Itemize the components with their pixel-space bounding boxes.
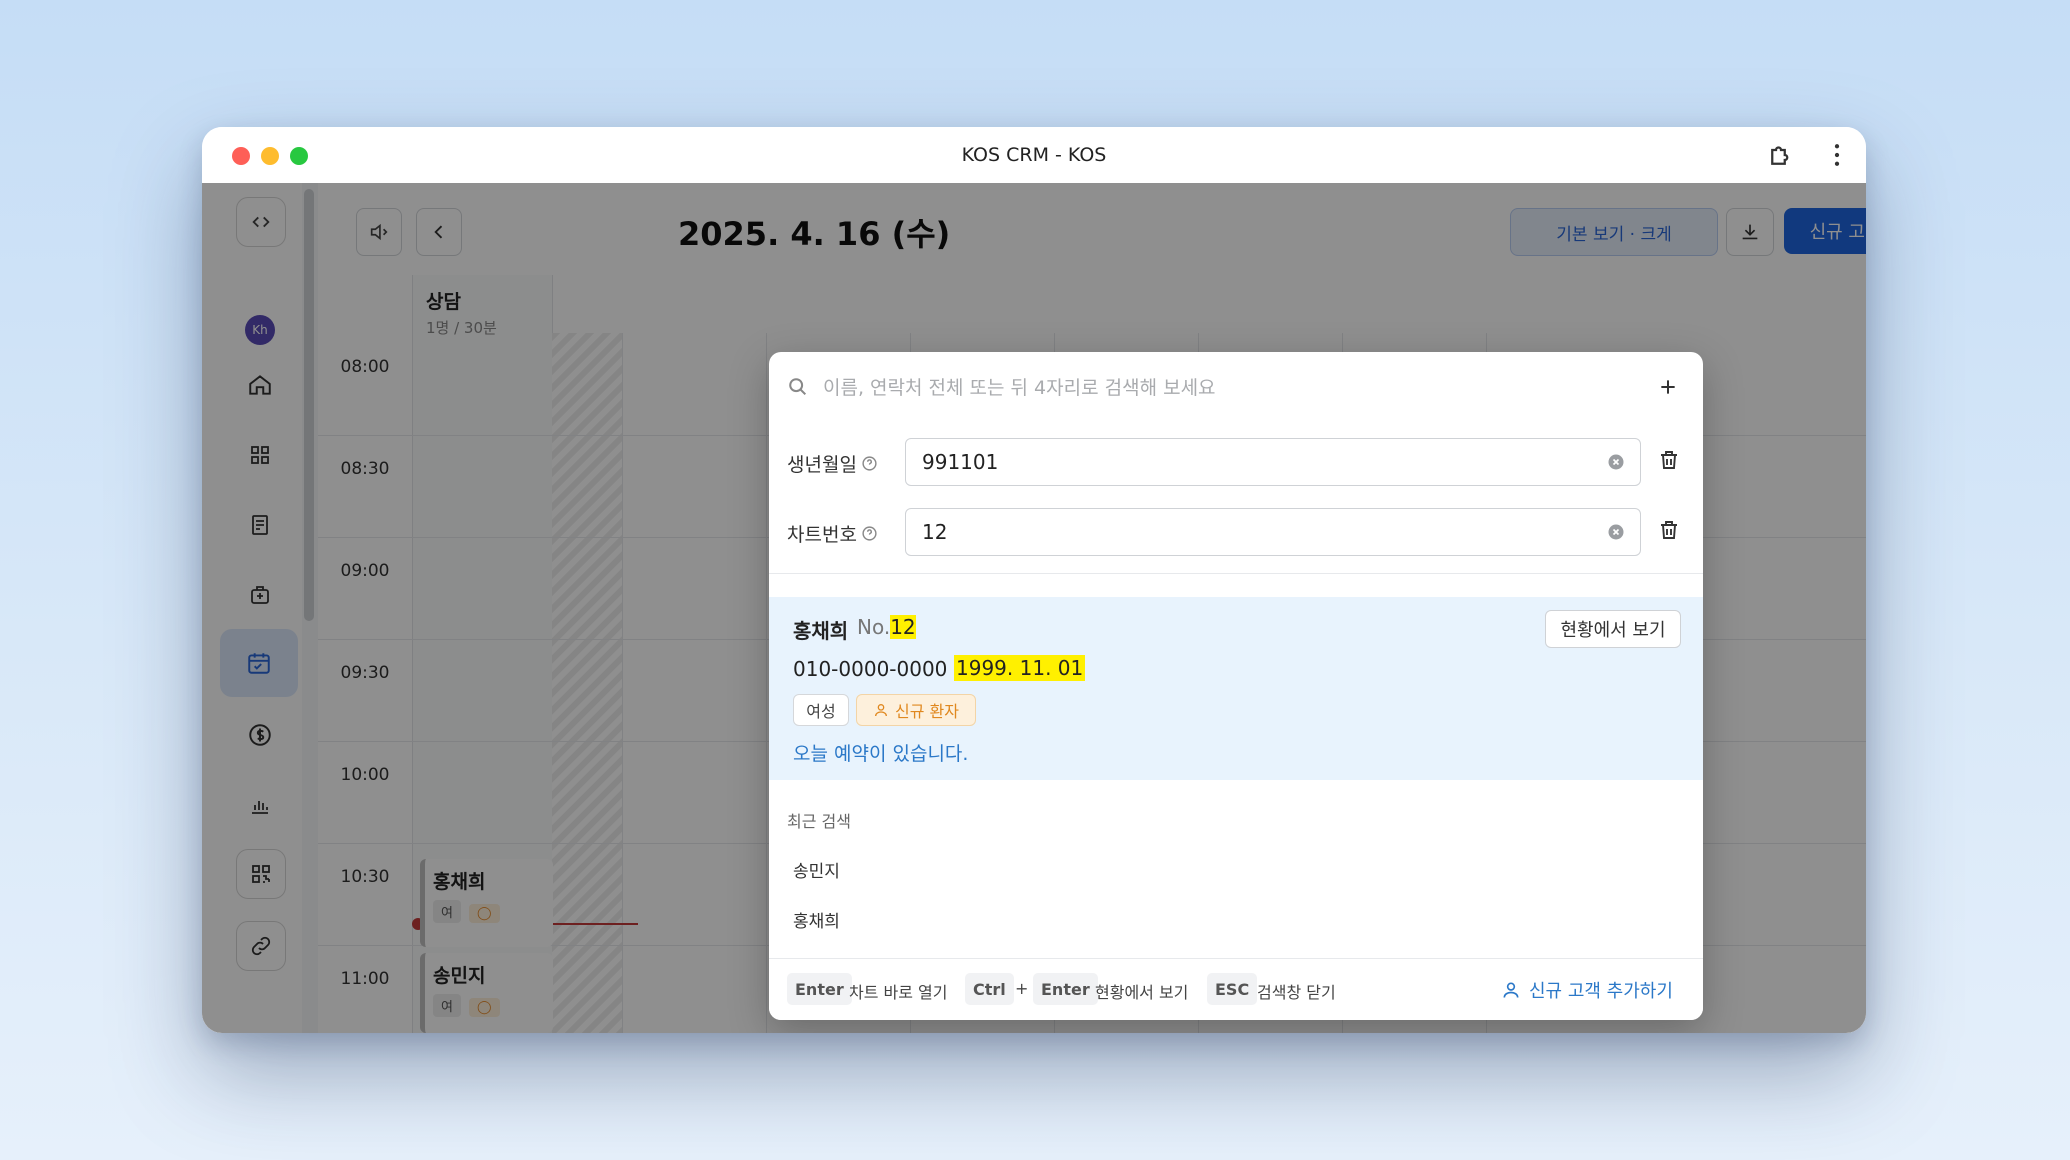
delete-filter-icon[interactable]	[1657, 448, 1681, 476]
search-input[interactable]	[821, 368, 1605, 408]
plus-sign: +	[1015, 979, 1029, 998]
add-filter-button[interactable]	[1653, 372, 1683, 402]
gender-tag: 여성	[793, 694, 849, 726]
enter-hint: 차트 바로 열기	[849, 983, 948, 1002]
esc-hint: 검색창 닫기	[1257, 983, 1336, 1002]
clear-icon[interactable]	[1606, 522, 1626, 546]
result-birthdate: 1999. 11. 01	[954, 655, 1086, 681]
chart-number-field[interactable]: 12	[905, 508, 1641, 556]
clear-icon[interactable]	[1606, 452, 1626, 476]
help-icon[interactable]	[861, 455, 878, 472]
search-icon	[787, 376, 809, 402]
window-title: KOS CRM - KOS	[961, 144, 1107, 166]
filter-row-chart-number: 차트번호 12	[769, 508, 1703, 558]
person-icon	[875, 704, 888, 717]
filter-value: 12	[922, 520, 948, 544]
search-bar	[769, 352, 1703, 422]
recent-search-item[interactable]: 송민지	[793, 857, 840, 882]
shortcut-footer: Enter 차트 바로 열기 Ctrl + Enter 현황에서 보기 ESC …	[769, 958, 1703, 1020]
app-window: KOS CRM - KOS Kh 2025. 4. 16 (수) 기본 보기 ·…	[202, 127, 1866, 1033]
extension-icon[interactable]	[1766, 140, 1796, 170]
result-phone: 010-0000-0000	[793, 657, 948, 681]
appointment-notice: 오늘 예약이 있습니다.	[793, 743, 969, 765]
title-bar: KOS CRM - KOS	[202, 127, 1866, 184]
delete-filter-icon[interactable]	[1657, 518, 1681, 546]
search-result-item[interactable]: 홍채희 No.12 현황에서 보기 010-0000-0000 1999. 11…	[769, 597, 1703, 780]
ctrl-enter-hint: 현황에서 보기	[1095, 983, 1189, 1002]
result-name: 홍채희	[793, 619, 849, 643]
add-new-customer-link[interactable]: 신규 고객 추가하기	[1501, 977, 1673, 1003]
help-icon[interactable]	[861, 525, 878, 542]
view-in-status-button[interactable]: 현황에서 보기	[1545, 610, 1681, 648]
result-chart-number: No.12	[857, 615, 916, 639]
filter-label: 생년월일	[787, 454, 857, 476]
filter-label: 차트번호	[787, 524, 857, 546]
recent-search-title: 최근 검색	[787, 812, 851, 831]
filter-row-birthdate: 생년월일 991101	[769, 438, 1703, 488]
search-modal: 생년월일 991101 차트번호 12	[769, 352, 1703, 1020]
enter-key: Enter	[787, 973, 852, 1005]
recent-search-item[interactable]: 홍채희	[793, 907, 840, 932]
ctrl-key: Ctrl	[965, 973, 1014, 1005]
esc-key: ESC	[1207, 973, 1258, 1005]
person-add-icon	[1503, 982, 1519, 998]
new-patient-tag: 신규 환자	[856, 694, 976, 726]
more-menu-icon[interactable]	[1822, 140, 1852, 170]
ctrl-enter-key: Enter	[1033, 973, 1098, 1005]
birthdate-field[interactable]: 991101	[905, 438, 1641, 486]
filter-value: 991101	[922, 450, 999, 474]
